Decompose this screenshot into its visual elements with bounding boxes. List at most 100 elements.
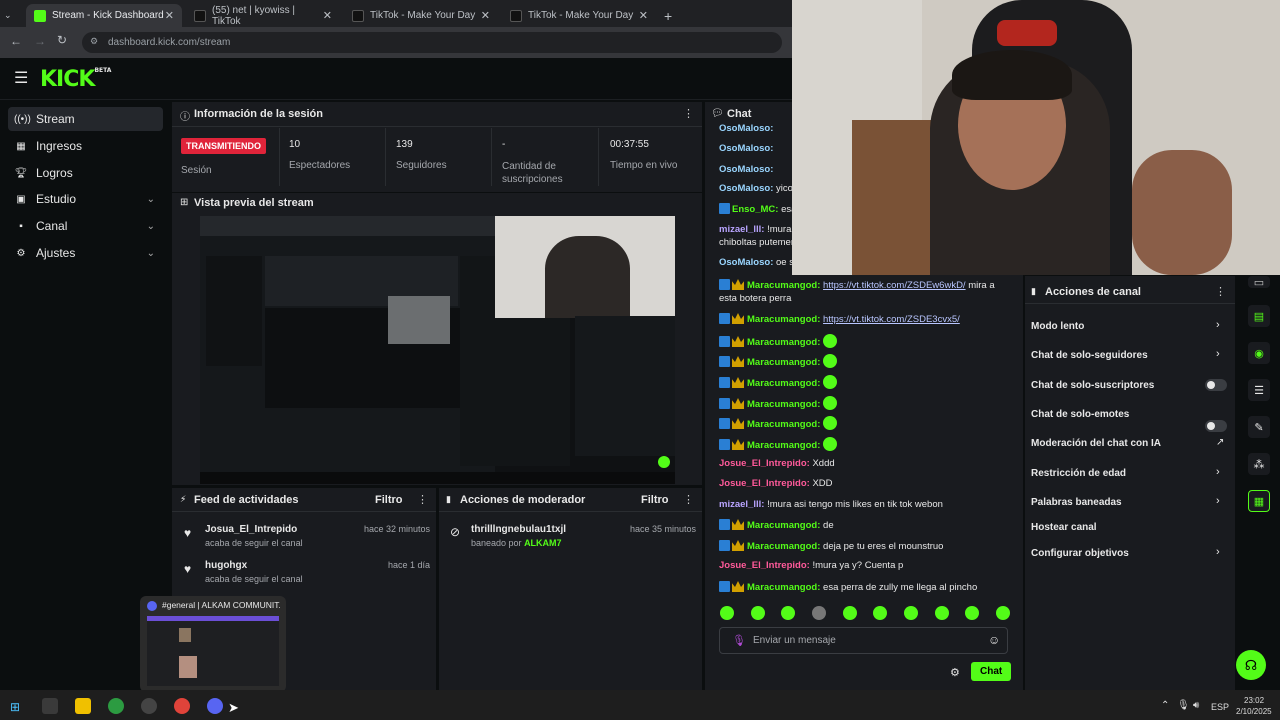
chat-send-button[interactable]: Chat: [971, 662, 1012, 681]
chat-icon: 💬︎: [711, 108, 724, 119]
sidebar-item-ingresos[interactable]: ▦ Ingresos: [8, 134, 163, 158]
new-tab-button[interactable]: +: [660, 4, 682, 27]
emoji-picker-icon[interactable]: ☺: [988, 633, 1000, 647]
broadcast-rail-icon[interactable]: ◉: [1248, 342, 1270, 364]
close-tab-icon[interactable]: ✕: [481, 9, 490, 22]
bolt-icon: ⚡︎: [180, 494, 187, 504]
emote-icon[interactable]: [842, 606, 857, 620]
clock-time[interactable]: 23:02: [1244, 696, 1264, 705]
host-channel-item[interactable]: Hostear canal: [1031, 522, 1097, 533]
chevron-right-icon[interactable]: ›: [1216, 495, 1220, 507]
kebab-menu-icon[interactable]: ⋮: [417, 493, 428, 506]
subscribers-only-toggle[interactable]: [1205, 379, 1227, 391]
mod-action-user[interactable]: thrilllngnebulau1txjl: [471, 524, 566, 535]
crown-badge-icon: [732, 540, 744, 551]
chat-rail-icon[interactable]: ▤: [1248, 305, 1270, 327]
forward-icon[interactable]: →: [34, 34, 46, 48]
activity-filter-button[interactable]: Filtro: [375, 494, 403, 506]
kick-logo[interactable]: KICKBETA: [40, 67, 111, 92]
file-explorer-icon[interactable]: [75, 698, 91, 714]
external-link-icon[interactable]: ↗: [1216, 437, 1224, 448]
stream-preview-video[interactable]: [200, 216, 675, 484]
tray-chevron-icon[interactable]: ⌃: [1161, 700, 1169, 711]
emote-icon[interactable]: [811, 606, 826, 620]
chat-message: Maracumangod: https://vt.tiktok.com/ZSDE…: [719, 279, 1019, 291]
emote-icon[interactable]: [903, 606, 918, 620]
tab-search-icon[interactable]: ⌄: [4, 4, 18, 27]
activity-user[interactable]: hugohgx: [205, 560, 247, 571]
mic-tray-icon[interactable]: 🎙︎: [1177, 700, 1190, 711]
obs-icon[interactable]: [141, 698, 157, 714]
sidebar-item-canal[interactable]: ▪ Canal ⌄: [8, 214, 163, 238]
site-info-icon[interactable]: ⚙: [90, 36, 98, 47]
followers-only-item[interactable]: Chat de solo-seguidores: [1031, 350, 1148, 361]
tab-kick-dashboard[interactable]: Stream - Kick Dashboard ✕: [26, 4, 182, 27]
chevron-right-icon[interactable]: ›: [1216, 319, 1220, 331]
emote-icon[interactable]: [934, 606, 949, 620]
goals-item[interactable]: Configurar objetivos: [1031, 548, 1129, 559]
microphone-icon[interactable]: 🎙︎: [732, 634, 746, 647]
chat-message: Maracumangod:: [719, 437, 1019, 451]
chevron-right-icon[interactable]: ›: [1216, 546, 1220, 558]
chevron-right-icon[interactable]: ›: [1216, 348, 1220, 360]
chrome-icon[interactable]: [108, 698, 124, 714]
emotes-only-toggle[interactable]: [1205, 420, 1227, 432]
discord-taskbar-icon[interactable]: [207, 698, 223, 714]
clapperboard-rail-icon[interactable]: ▦: [1248, 490, 1270, 512]
age-restriction-item[interactable]: Restricción de edad: [1031, 468, 1126, 479]
tab-tiktok-2[interactable]: TikTok - Make Your Day ✕: [344, 4, 498, 27]
rail-top-icon[interactable]: ▭: [1248, 276, 1270, 289]
sidebar-item-stream[interactable]: ((•)) Stream: [8, 107, 163, 131]
kebab-menu-icon[interactable]: ⋮: [1215, 285, 1226, 298]
tiktok-favicon-icon: [510, 9, 522, 22]
discord-taskbar-preview[interactable]: #general | ALKAM COMMUNIT...: [140, 596, 286, 692]
clock-date[interactable]: 2/10/2025: [1236, 707, 1272, 716]
chevron-right-icon[interactable]: ›: [1216, 466, 1220, 478]
windows-start-icon[interactable]: ⊞: [10, 700, 20, 714]
menu-icon[interactable]: ☰: [14, 68, 28, 88]
emote-icon[interactable]: [995, 606, 1010, 620]
sidebar-item-ajustes[interactable]: ⚙ Ajustes ⌄: [8, 241, 163, 265]
chat-message: Maracumangod: deja pe tu eres el mounstr…: [719, 540, 1019, 552]
community-rail-icon[interactable]: ⁂: [1248, 453, 1270, 475]
chrome-profile-icon[interactable]: [174, 698, 190, 714]
wrench-rail-icon[interactable]: ✎: [1248, 416, 1270, 438]
top-nav: ☰ KICKBETA: [0, 58, 792, 100]
sidebar-item-estudio[interactable]: ▣ Estudio ⌄: [8, 187, 163, 211]
emote-icon[interactable]: [873, 606, 888, 620]
close-tab-icon[interactable]: ✕: [639, 9, 648, 22]
sidebar-item-logros[interactable]: 🏆︎ Logros: [8, 161, 163, 185]
chat-settings-icon[interactable]: ⚙: [950, 666, 960, 679]
layout-rail-icon[interactable]: ☰: [1248, 379, 1270, 401]
url-field[interactable]: ⚙ dashboard.kick.com/stream: [82, 32, 782, 53]
emote-icon: [823, 354, 838, 368]
emote-icon[interactable]: [781, 606, 796, 620]
ai-moderation-item[interactable]: Moderación del chat con IA: [1031, 438, 1161, 449]
volume-icon[interactable]: 🔊︎: [1193, 700, 1199, 711]
reload-icon[interactable]: ↻: [57, 33, 67, 47]
back-icon[interactable]: ←: [10, 34, 22, 48]
language-indicator[interactable]: ESP: [1211, 702, 1229, 712]
chat-message: Maracumangod:: [719, 396, 1019, 410]
tab-tiktok-1[interactable]: (55) net | kyowiss | TikTok ✕: [186, 4, 340, 27]
activity-user[interactable]: Josua_El_Intrepido: [205, 524, 297, 535]
crown-badge-icon: [732, 377, 744, 388]
slow-mode-item[interactable]: Modo lento: [1031, 321, 1084, 332]
close-tab-icon[interactable]: ✕: [165, 9, 174, 22]
chat-message: Josue_El_Intrepido: XDD: [719, 478, 833, 489]
banned-words-item[interactable]: Palabras baneadas: [1031, 497, 1122, 508]
chat-input[interactable]: 🎙︎ Enviar un mensaje ☺: [719, 627, 1008, 654]
support-headset-icon[interactable]: ☊: [1236, 650, 1266, 680]
activity-time: hace 32 minutos: [364, 524, 431, 534]
tab-tiktok-3[interactable]: TikTok - Make Your Day ✕: [502, 4, 656, 27]
kebab-menu-icon[interactable]: ⋮: [683, 107, 694, 120]
moderator-badge-icon: [719, 519, 730, 530]
close-tab-icon[interactable]: ✕: [323, 9, 332, 22]
task-view-icon[interactable]: [42, 698, 58, 714]
activity-action: acaba de seguir el canal: [205, 574, 303, 584]
emote-icon[interactable]: [750, 606, 765, 620]
kebab-menu-icon[interactable]: ⋮: [683, 493, 694, 506]
mod-filter-button[interactable]: Filtro: [641, 494, 669, 506]
emote-icon[interactable]: [965, 606, 980, 620]
emote-icon[interactable]: [720, 606, 734, 620]
